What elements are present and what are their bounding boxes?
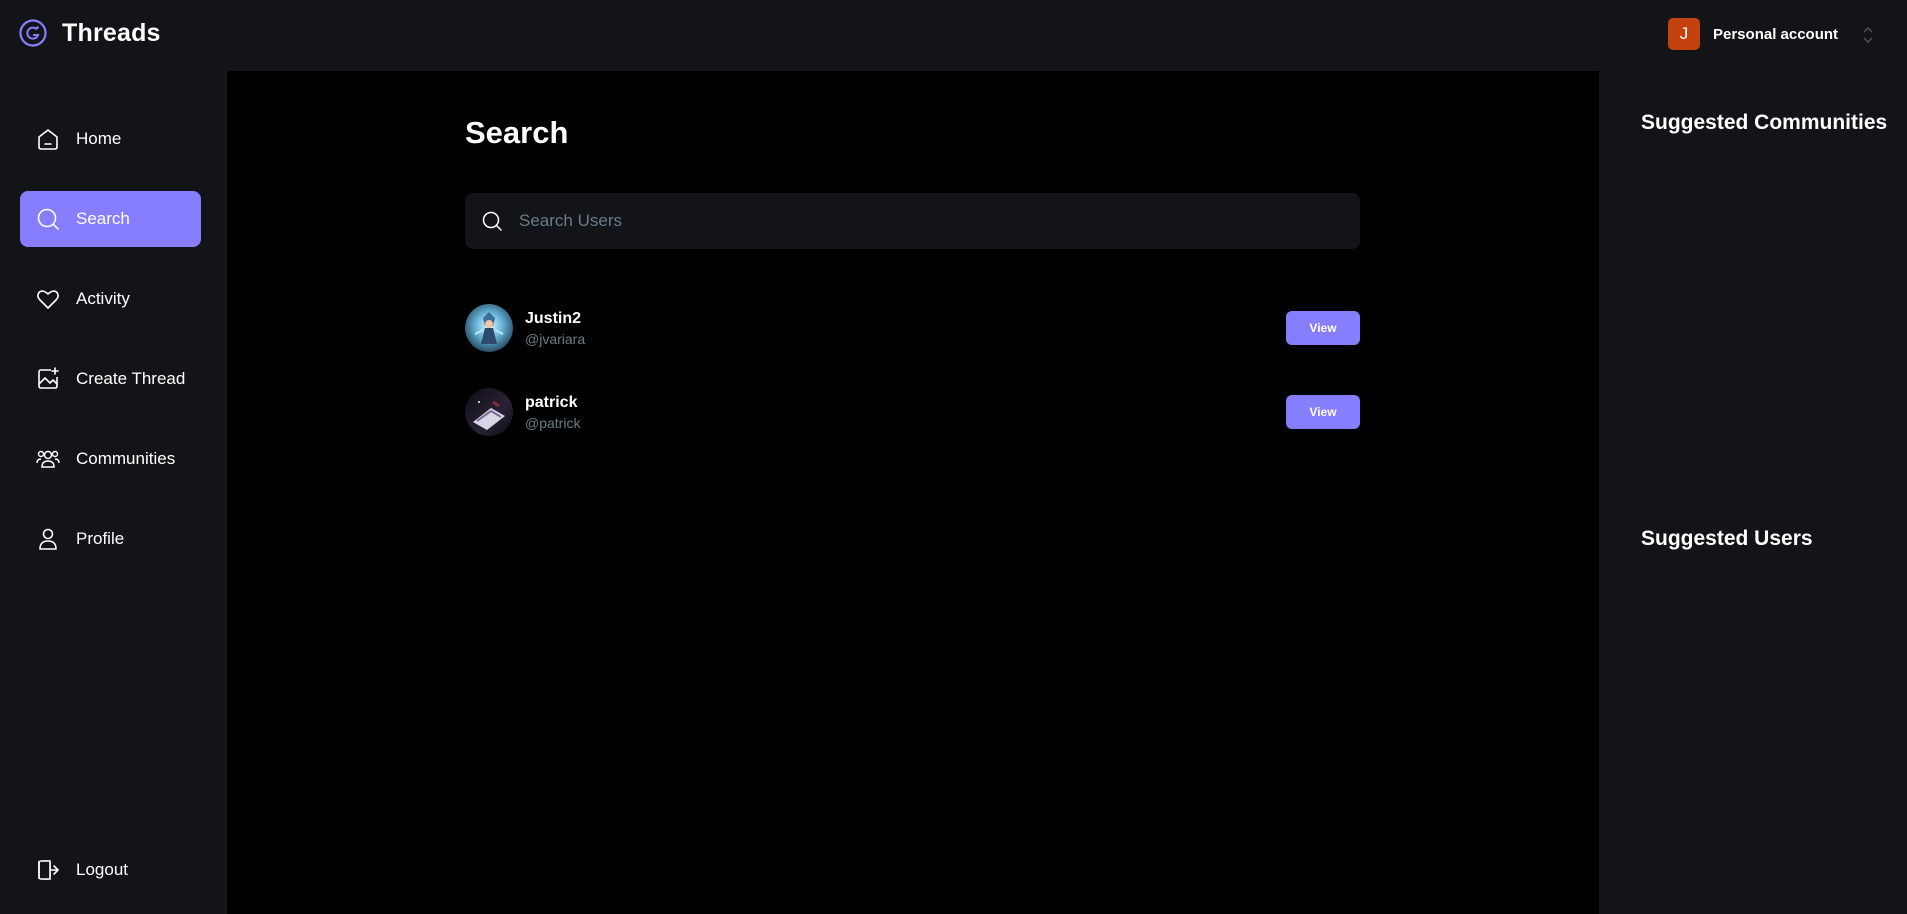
communities-icon (36, 450, 60, 468)
user-handle: @jvariara (525, 330, 586, 347)
sidebar-item-label: Home (76, 129, 122, 148)
create-image-icon (38, 367, 59, 389)
page-title: Search (465, 115, 569, 150)
sidebar-item-profile[interactable]: Profile (20, 511, 201, 567)
view-user-button[interactable]: View (1286, 311, 1360, 345)
sidebar-item-label: Create Thread (76, 369, 186, 388)
user-name: Justin2 (525, 309, 582, 327)
left-sidebar: Home Search Activity Create Thread Commu… (0, 71, 226, 914)
home-icon (38, 129, 58, 150)
account-name: Personal account (1713, 25, 1839, 43)
user-card: patrick @patrick View (465, 388, 1360, 436)
search-bar[interactable] (465, 193, 1360, 249)
right-sidebar: Suggested Communities Suggested Users (1599, 71, 1907, 914)
search-input[interactable] (519, 211, 1339, 231)
user-icon (39, 528, 57, 550)
sidebar-item-communities[interactable]: Communities (20, 431, 201, 487)
view-user-button[interactable]: View (1286, 395, 1360, 429)
user-avatar[interactable] (465, 388, 513, 436)
search-icon (482, 211, 502, 231)
heart-icon (37, 290, 59, 309)
logout-label: Logout (76, 860, 128, 879)
logout-button[interactable]: Logout (20, 842, 201, 898)
sidebar-item-home[interactable]: Home (20, 111, 201, 167)
user-name: patrick (525, 393, 578, 411)
account-switcher[interactable]: J Personal account (1668, 18, 1838, 50)
brand[interactable]: Threads (18, 18, 161, 48)
sidebar-item-label: Profile (76, 529, 125, 548)
sidebar-item-label: Communities (76, 449, 176, 468)
logout-icon (38, 860, 59, 880)
sidebar-item-label: Activity (76, 289, 130, 308)
top-bar: Threads J Personal account (0, 0, 1907, 71)
account-avatar: J (1668, 18, 1700, 50)
brand-name: Threads (62, 18, 161, 47)
user-card: Justin2 @jvariara View (465, 304, 1360, 352)
chevron-up-down-icon[interactable] (1862, 25, 1874, 45)
suggested-communities-heading: Suggested Communities (1641, 111, 1888, 134)
main-content: Search Search Users Justin2 @jvariara Vi… (227, 71, 1599, 914)
suggested-users-heading: Suggested Users (1641, 527, 1813, 550)
sidebar-item-activity[interactable]: Activity (20, 271, 201, 327)
search-icon (37, 208, 59, 230)
sidebar-item-create-thread[interactable]: Create Thread (20, 351, 201, 407)
user-avatar[interactable] (465, 304, 513, 352)
sidebar-item-label: Search (76, 209, 130, 228)
user-handle: @patrick (525, 414, 581, 431)
sidebar-item-search[interactable]: Search (20, 191, 201, 247)
threads-logo-icon (19, 19, 47, 47)
